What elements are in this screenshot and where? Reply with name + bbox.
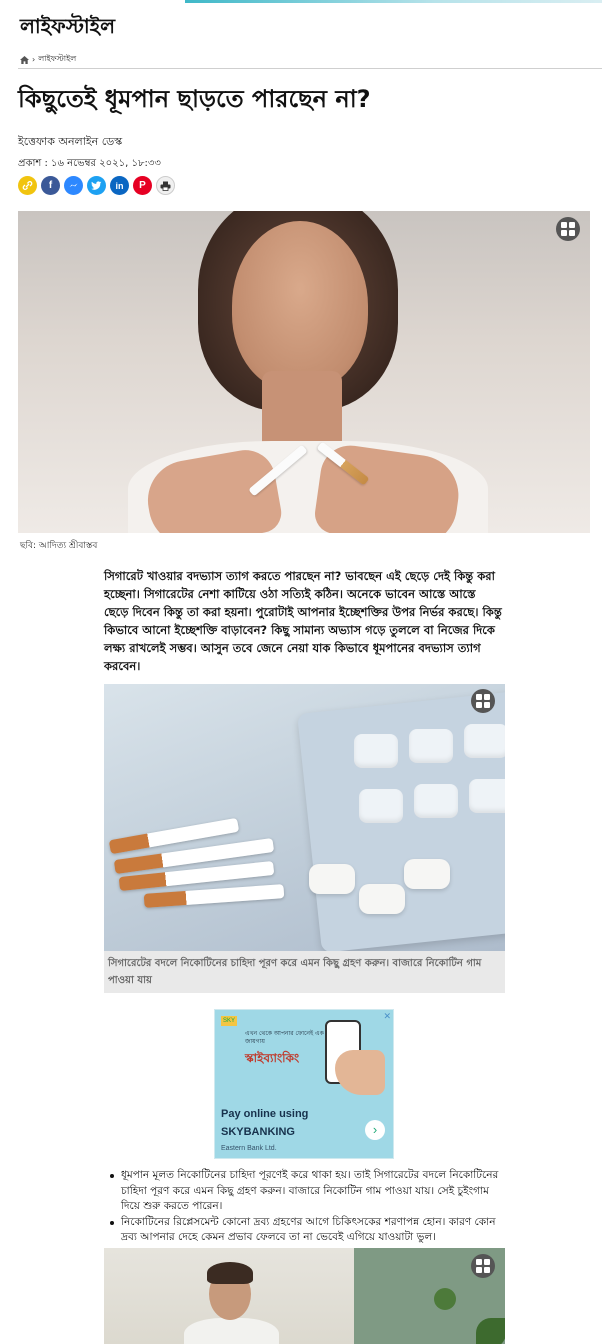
breadcrumb-current[interactable]: লাইফস্টাইল xyxy=(38,53,76,66)
divider xyxy=(18,68,602,69)
gallery-icon[interactable] xyxy=(471,1254,495,1278)
article-byline[interactable]: ইত্তেফাক অনলাইন ডেস্ক xyxy=(18,133,122,152)
print-icon[interactable] xyxy=(156,176,175,195)
facebook-icon[interactable]: f xyxy=(41,176,60,195)
ad-arrow-icon[interactable]: › xyxy=(365,1120,385,1140)
pinterest-icon[interactable]: P xyxy=(133,176,152,195)
ad-tagline: এখন থেকে আপনার ফোনেই এক জায়গায় xyxy=(245,1030,324,1045)
ad-brand: স্কাইব্যাংকিং xyxy=(245,1051,300,1065)
list-item: ধূমপান মূলত নিকোটিনের চাহিদা পূরণেই করে … xyxy=(104,1168,506,1215)
hero-caption: ছবি: আদিত্য শ্রীবাস্তব xyxy=(20,541,98,551)
article-lead: সিগারেট খাওয়ার বদভ্যাস ত্যাগ করতে পারছে… xyxy=(104,569,502,673)
gallery-icon[interactable] xyxy=(471,689,495,713)
list-item: নিকোটিনের রিপ্লেসমেন্ট কোনো দ্রব্য গ্রহণ… xyxy=(104,1215,506,1246)
breadcrumb: › লাইফস্টাইল xyxy=(20,53,76,66)
twitter-icon[interactable] xyxy=(87,176,106,195)
advertisement-banner[interactable]: ✕ SKY এখন থেকে আপনার ফোনেই এক জায়গায় স… xyxy=(214,1009,394,1159)
ad-line2: SKYBANKING xyxy=(221,1126,295,1138)
gallery-icon[interactable] xyxy=(556,217,580,241)
messenger-icon[interactable] xyxy=(64,176,83,195)
share-bar: f in P xyxy=(18,176,175,195)
nicotine-gum-image xyxy=(104,684,505,951)
hero-image xyxy=(18,211,590,533)
article-headline: কিছুতেই ধূমপান ছাড়তে পারছেন না? xyxy=(18,85,371,113)
section-title[interactable]: লাইফস্টাইল xyxy=(20,12,115,45)
ad-line1: Pay online using xyxy=(221,1108,309,1120)
breadcrumb-separator: › xyxy=(32,55,36,64)
ad-advertiser: Eastern Bank Ltd. xyxy=(221,1145,277,1152)
tips-list: ধূমপান মূলত নিকোটিনের চাহিদা পূরণেই করে … xyxy=(104,1168,506,1246)
publish-date: প্রকাশ : ১৬ নভেম্বর ২০২১, ১৮:৩৩ xyxy=(18,158,161,169)
home-icon[interactable] xyxy=(20,55,29,64)
ad-close-icon[interactable]: ✕ xyxy=(383,1011,391,1022)
link-icon[interactable] xyxy=(18,176,37,195)
image-caption: সিগারেটের বদলে নিকোটিনের চাহিদা পূরণ করে… xyxy=(104,951,505,993)
linkedin-icon[interactable]: in xyxy=(110,176,129,195)
meditation-image xyxy=(104,1248,505,1344)
ad-logo: SKY xyxy=(221,1016,237,1026)
top-accent-strip xyxy=(185,0,602,3)
